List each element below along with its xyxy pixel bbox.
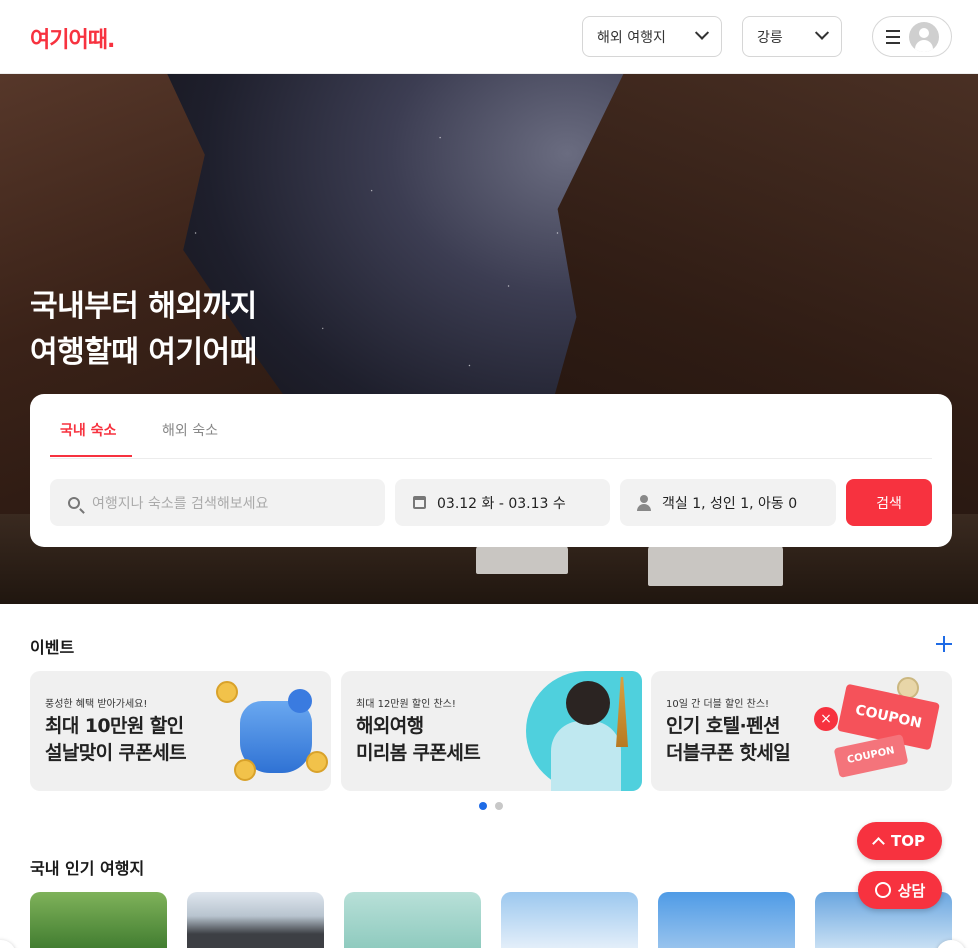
scroll-top-button[interactable]: TOP <box>857 822 942 860</box>
coin-image <box>216 681 238 703</box>
chevron-down-icon <box>694 25 710 40</box>
event-subtitle: 10일 간 더블 할인 찬스! <box>666 699 770 710</box>
chat-button[interactable]: 상담 <box>858 871 942 909</box>
search-input[interactable]: 여행지나 숙소를 검색해보세요 <box>50 479 385 526</box>
scroll-top-label: TOP <box>891 832 925 850</box>
date-picker[interactable]: 03.12 화 - 03.13 수 <box>395 479 610 526</box>
event-subtitle: 풍성한 혜택 받아가세요! <box>45 699 148 710</box>
carousel-prev-button[interactable] <box>0 940 16 948</box>
header: 여기어때. 해외 여행지 강릉 <box>0 0 978 74</box>
search-icon <box>64 496 84 509</box>
event-title-line: 인기 호텔·펜션 <box>666 715 781 737</box>
destination-card[interactable] <box>30 892 167 948</box>
pagination-dot[interactable] <box>495 802 503 810</box>
hamburger-icon <box>886 30 900 44</box>
calendar-icon <box>409 496 429 509</box>
city-select[interactable]: 강릉 <box>742 16 842 57</box>
date-range: 03.12 화 - 03.13 수 <box>437 495 566 512</box>
hero-line-2: 여행할때 여기어때 <box>30 335 257 370</box>
search-placeholder: 여행지나 숙소를 검색해보세요 <box>92 495 269 512</box>
event-title-line: 미리봄 쿠폰세트 <box>356 742 481 764</box>
coupon-image: COUPON <box>833 734 909 778</box>
tent-image <box>476 544 568 574</box>
logo[interactable]: 여기어때. <box>30 22 115 54</box>
region-select-label: 해외 여행지 <box>597 29 666 46</box>
model-head-image <box>566 681 610 725</box>
chat-label: 상담 <box>897 881 926 900</box>
hero-title: 국내부터 해외까지 여행할때 여기어때 <box>30 284 257 376</box>
guest-selector[interactable]: 객실 1, 성인 1, 아동 0 <box>620 479 836 526</box>
event-title-line: 더블쿠폰 핫세일 <box>666 742 791 764</box>
destination-card[interactable] <box>344 892 481 948</box>
close-icon: × <box>814 707 838 731</box>
event-title-line: 해외여행 <box>356 715 424 737</box>
popular-section-title: 국내 인기 여행지 <box>30 859 145 878</box>
event-card[interactable]: 10일 간 더블 할인 찬스! 인기 호텔·펜션 더블쿠폰 핫세일 COUPON… <box>651 671 952 791</box>
event-title: 최대 10만원 할인 설날맞이 쿠폰세트 <box>45 713 187 767</box>
event-section-title: 이벤트 <box>30 638 75 657</box>
user-menu-button[interactable] <box>872 16 952 57</box>
search-card: 국내 숙소 해외 숙소 여행지나 숙소를 검색해보세요 03.12 화 - 03… <box>30 394 952 547</box>
chevron-down-icon <box>814 25 830 40</box>
event-subtitle: 최대 12만원 할인 찬스! <box>356 699 456 710</box>
pagination-dot-active[interactable] <box>479 802 487 810</box>
coin-image <box>234 759 256 781</box>
headset-icon <box>874 882 891 898</box>
event-title: 해외여행 미리봄 쿠폰세트 <box>356 713 481 767</box>
destination-card[interactable] <box>658 892 795 948</box>
plus-icon[interactable] <box>936 636 952 652</box>
guest-summary: 객실 1, 성인 1, 아동 0 <box>662 495 798 512</box>
mascot-image <box>288 689 312 713</box>
chevron-up-icon <box>872 836 885 850</box>
tab-domestic[interactable]: 국내 숙소 <box>60 420 116 440</box>
tent-image <box>648 544 783 586</box>
destination-card[interactable] <box>187 892 324 948</box>
coin-image <box>306 751 328 773</box>
destination-card[interactable] <box>501 892 638 948</box>
event-title-line: 설날맞이 쿠폰세트 <box>45 742 187 764</box>
event-title-line: 최대 10만원 할인 <box>45 715 184 737</box>
event-title: 인기 호텔·펜션 더블쿠폰 핫세일 <box>666 713 791 767</box>
event-card[interactable]: 풍성한 혜택 받아가세요! 최대 10만원 할인 설날맞이 쿠폰세트 <box>30 671 331 791</box>
region-select[interactable]: 해외 여행지 <box>582 16 722 57</box>
divider <box>50 458 932 459</box>
hero-line-1: 국내부터 해외까지 <box>30 289 257 324</box>
search-button[interactable]: 검색 <box>846 479 932 526</box>
event-card[interactable]: 최대 12만원 할인 찬스! 해외여행 미리봄 쿠폰세트 <box>341 671 642 791</box>
active-tab-indicator <box>50 455 132 457</box>
city-select-label: 강릉 <box>757 29 783 46</box>
tab-overseas[interactable]: 해외 숙소 <box>162 420 218 440</box>
avatar <box>909 22 939 52</box>
model-body-image <box>551 721 621 791</box>
person-icon <box>634 494 654 511</box>
